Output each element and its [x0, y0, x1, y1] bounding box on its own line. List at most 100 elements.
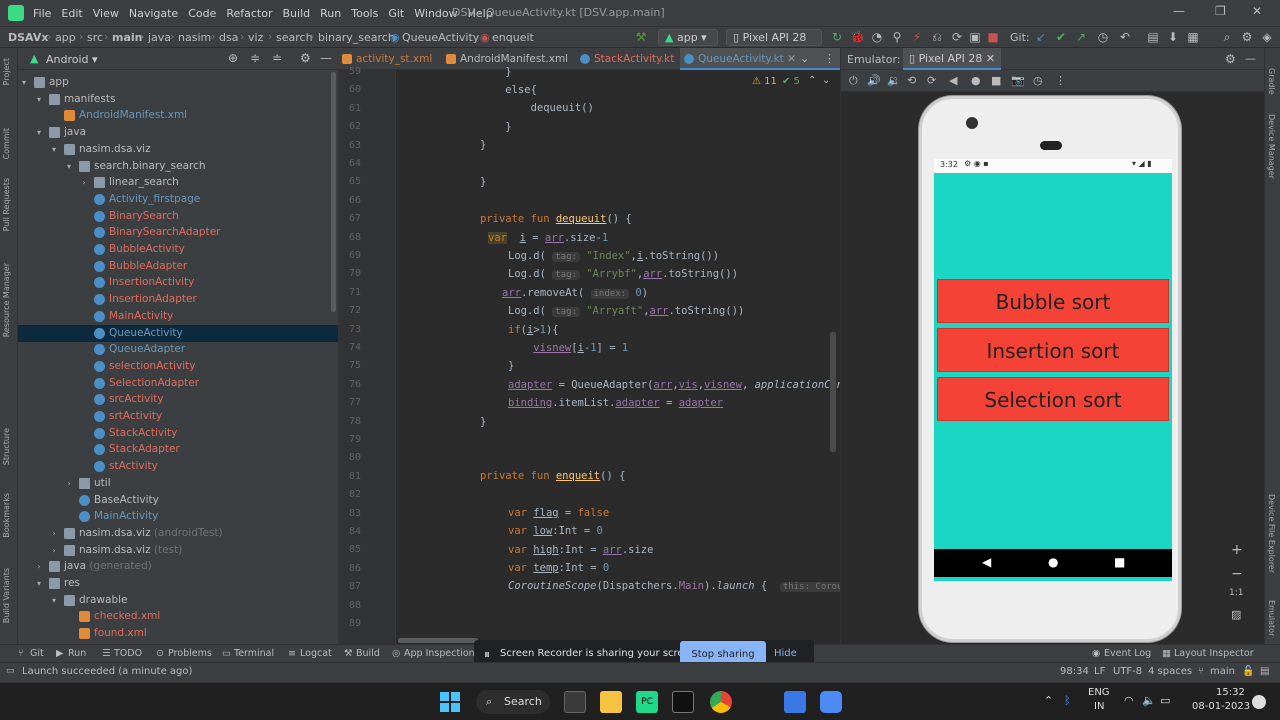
tree-item[interactable]: ▾ manifests: [18, 91, 338, 108]
breadcrumb-9[interactable]: binary_search: [318, 31, 395, 44]
assistant-icon[interactable]: ◈: [1260, 30, 1274, 44]
close-tab-icon[interactable]: ✕: [784, 53, 796, 65]
tree-arrow-icon[interactable]: ▾: [35, 91, 43, 108]
device-file-explorer-tool-tab[interactable]: Device File Explorer: [1267, 494, 1276, 573]
hammer-icon[interactable]: ⚒: [634, 30, 648, 44]
clock-date[interactable]: 08-01-2023: [1192, 701, 1250, 712]
tool-event-log[interactable]: Event Log: [1104, 648, 1151, 659]
code-area[interactable]: } else{ dequeuit() } } } private fun deq…: [396, 66, 895, 662]
tree-arrow-icon[interactable]: ▾: [50, 592, 58, 609]
start-icon[interactable]: [440, 692, 460, 712]
tree-item[interactable]: BubbleAdapter: [18, 258, 338, 275]
breadcrumb-8[interactable]: search: [276, 31, 313, 44]
tree-arrow-icon[interactable]: ▾: [35, 575, 43, 592]
code-hscrollbar[interactable]: [398, 638, 478, 643]
project-view-select[interactable]: Android ▾: [46, 53, 98, 66]
collapse-all-icon[interactable]: ≐: [272, 51, 282, 65]
sort-button-0[interactable]: Bubble sort: [937, 279, 1169, 323]
apply-code-icon[interactable]: ⎌: [930, 30, 944, 44]
tree-arrow-icon[interactable]: ›: [50, 542, 58, 559]
home-icon[interactable]: ●: [971, 74, 981, 87]
run-config-select[interactable]: ▲ app ▾: [658, 29, 718, 46]
tree-item[interactable]: StackAdapter: [18, 441, 338, 458]
bluetooth-icon[interactable]: ᛒ: [1064, 694, 1071, 707]
menu-item-git[interactable]: Git: [383, 7, 409, 20]
tree-item[interactable]: SelectionAdapter: [18, 375, 338, 392]
profile-icon[interactable]: ◔: [870, 30, 884, 44]
build-variants-tool-tab[interactable]: Build Variants: [2, 568, 11, 623]
tree-arrow-icon[interactable]: ›: [65, 475, 73, 492]
search-icon[interactable]: ⌕: [1220, 30, 1234, 44]
tree-arrow-icon[interactable]: ›: [35, 558, 43, 575]
tool-git[interactable]: Git: [30, 648, 44, 659]
debug-icon[interactable]: 🐞: [850, 30, 865, 44]
close-icon[interactable]: ✕: [1252, 4, 1262, 18]
phone-screen[interactable]: 3:32 ⚙ ◉ ▪ ▾ ◢ ▮ Bubble sort Insertion so…: [934, 159, 1172, 581]
phone-home-icon[interactable]: ●: [1048, 555, 1058, 569]
emulator-tool-tab[interactable]: Emulator: [1267, 600, 1276, 636]
tree-item[interactable]: › java (generated): [18, 558, 338, 575]
notification-icon[interactable]: [1252, 695, 1266, 709]
wifi-icon[interactable]: ◠: [1124, 694, 1134, 707]
attach-icon[interactable]: ⚲: [890, 30, 904, 44]
breadcrumb-3[interactable]: main: [112, 31, 143, 44]
phone-overview-icon[interactable]: ■: [1114, 555, 1125, 569]
tree-item[interactable]: MainActivity: [18, 508, 338, 525]
stop-icon[interactable]: ■: [986, 30, 1000, 44]
indent-setting[interactable]: 4 spaces: [1148, 666, 1192, 677]
menu-item-edit[interactable]: Edit: [56, 7, 87, 20]
rotate-right-icon[interactable]: ⟳: [927, 74, 936, 87]
tree-item[interactable]: ▾ search.binary_search: [18, 158, 338, 175]
tool-build[interactable]: Build: [356, 648, 380, 659]
android-studio-taskbar-icon[interactable]: [784, 691, 806, 713]
cursor-position[interactable]: 98:34: [1060, 666, 1089, 677]
tree-item[interactable]: BinarySearch: [18, 208, 338, 225]
hide-button[interactable]: Hide: [774, 648, 797, 659]
tool-app-inspection[interactable]: App Inspection: [404, 648, 475, 659]
menu-item-build[interactable]: Build: [278, 7, 316, 20]
tree-item[interactable]: MainActivity: [18, 308, 338, 325]
tree-item[interactable]: ▾ drawable: [18, 592, 338, 609]
pull-requests-tool-tab[interactable]: Pull Requests: [2, 178, 11, 231]
breadcrumb-7[interactable]: viz: [248, 31, 263, 44]
tree-item[interactable]: QueueAdapter: [18, 341, 338, 358]
resource-manager-tool-tab[interactable]: Resource Manager: [2, 263, 11, 337]
tree-arrow-icon[interactable]: ▾: [50, 141, 58, 158]
pycharm-icon[interactable]: PC: [636, 691, 658, 713]
tree-item[interactable]: StackActivity: [18, 425, 338, 442]
phone-back-icon[interactable]: ◀: [982, 555, 991, 569]
emulator-settings-icon[interactable]: ⚙: [1225, 52, 1236, 66]
tree-item[interactable]: InsertionAdapter: [18, 291, 338, 308]
tree-item[interactable]: › nasim.dsa.viz (androidTest): [18, 525, 338, 542]
tree-arrow-icon[interactable]: ▾: [65, 158, 73, 175]
tool-layout-inspector[interactable]: Layout Inspector: [1174, 648, 1254, 659]
tool-todo[interactable]: TODO: [114, 648, 142, 659]
breadcrumb-1[interactable]: app: [55, 31, 76, 44]
git-update-icon[interactable]: ↙: [1034, 30, 1048, 44]
breadcrumb-6[interactable]: dsa: [219, 31, 238, 44]
sort-button-2[interactable]: Selection sort: [937, 377, 1169, 421]
more-icon[interactable]: ⋮: [1055, 74, 1066, 87]
editor-tab[interactable]: QueueActivity.kt ✕: [680, 48, 840, 70]
code-vscrollbar[interactable]: [830, 332, 836, 452]
screenshot-icon[interactable]: 📷: [1011, 74, 1025, 87]
lock-icon[interactable]: 🔓: [1242, 666, 1254, 677]
task-view-icon[interactable]: [564, 691, 586, 713]
gradle-tool-tab[interactable]: Gradle: [1267, 68, 1276, 95]
tree-item[interactable]: › linear_search: [18, 174, 338, 191]
overview-icon[interactable]: ■: [991, 74, 1001, 87]
tree-arrow-icon[interactable]: ▾: [20, 74, 28, 91]
power-icon[interactable]: ⏻: [849, 74, 858, 88]
menu-item-refactor[interactable]: Refactor: [221, 7, 277, 20]
tree-item[interactable]: › util: [18, 475, 338, 492]
device-select[interactable]: ▯ Pixel API 28 ▾: [726, 29, 822, 57]
tree-item[interactable]: ▾ nasim.dsa.viz: [18, 141, 338, 158]
expand-all-icon[interactable]: ≑: [250, 51, 260, 65]
recorder-icon[interactable]: [820, 691, 842, 713]
volume-up-icon[interactable]: 🔊: [867, 74, 881, 87]
tree-item[interactable]: ▾ java: [18, 124, 338, 141]
editor-tab[interactable]: StackActivity.kt: [576, 48, 676, 70]
sort-button-1[interactable]: Insertion sort: [937, 328, 1169, 372]
tabs-more-icon[interactable]: ⋮: [824, 52, 835, 65]
terminal-icon[interactable]: [672, 691, 694, 713]
